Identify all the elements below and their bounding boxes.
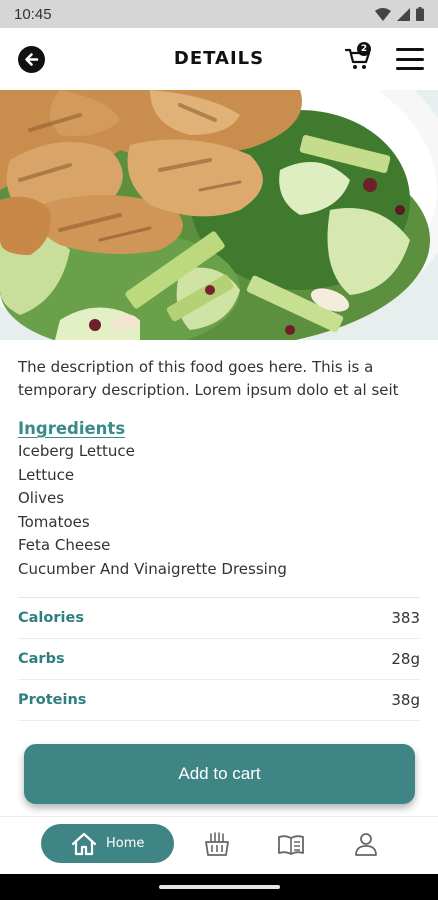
menu-book-icon (278, 835, 304, 855)
details-content: The description of this food goes here. … (0, 340, 438, 721)
nav-item-home[interactable]: Home (41, 824, 174, 863)
ingredient-item: Tomatoes (18, 512, 90, 531)
ingredients-heading: Ingredients (18, 419, 126, 438)
cart-count-badge: 2 (357, 42, 371, 56)
nutrition-value: 383 (391, 609, 420, 627)
ingredient-item: Olives (18, 489, 65, 507)
status-time: 10:45 (14, 5, 52, 23)
ingredient-item: Iceberg Lettuce (18, 442, 135, 460)
ingredient-item: Cucumber And Vinaigrette Dressing (18, 559, 287, 578)
nutrition-label: Proteins (18, 692, 87, 708)
ingredients-list: Iceberg Lettuce Lettuce Olives Tomatoes … (18, 440, 420, 581)
nutrition-value: 38g (391, 691, 420, 709)
status-icons (375, 7, 424, 21)
nutrition-label: Calories (18, 610, 84, 626)
nav-item-profile[interactable] (352, 831, 380, 857)
nutrition-label: Carbs (18, 651, 65, 667)
nutrition-value: 28g (391, 650, 420, 668)
food-description: The description of this food goes here. … (18, 358, 399, 399)
hamburger-line (396, 57, 424, 61)
food-basket-icon (205, 832, 229, 856)
nutrition-row-carbs: Carbs 28g (18, 639, 420, 680)
food-image (0, 90, 438, 340)
battery-icon (416, 7, 424, 21)
cart-button[interactable]: 2 (344, 42, 374, 74)
ingredient-item: Feta Cheese (18, 536, 111, 554)
hamburger-line (396, 48, 424, 51)
signal-icon (397, 7, 410, 21)
nav-item-label: Home (106, 836, 145, 851)
system-nav-bar (0, 874, 438, 900)
menu-button[interactable] (396, 48, 424, 70)
app-bar: DETAILS 2 (0, 28, 438, 90)
nav-item-menu-book[interactable] (277, 831, 305, 857)
nutrition-row-calories: Calories 383 (18, 598, 420, 639)
wifi-icon (375, 7, 391, 21)
profile-icon (355, 833, 377, 856)
hamburger-line (396, 67, 424, 70)
nutrition-row-proteins: Proteins 38g (18, 680, 420, 721)
add-to-cart-button[interactable]: Add to cart (24, 744, 415, 804)
status-bar: 10:45 (0, 0, 438, 28)
ingredient-item: Lettuce (18, 465, 75, 484)
bottom-nav: Home (0, 816, 438, 874)
nav-item-food-basket[interactable] (203, 831, 231, 857)
home-icon (71, 832, 97, 855)
home-indicator[interactable] (159, 885, 280, 889)
